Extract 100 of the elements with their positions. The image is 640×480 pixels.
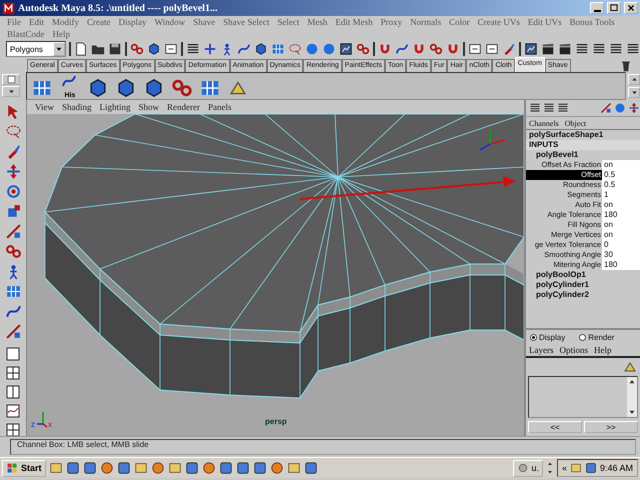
move-icon[interactable] [628,102,640,114]
menu-item[interactable]: Modify [48,16,84,28]
move-icon[interactable] [4,163,22,180]
menu-item[interactable]: Proxy [376,16,406,28]
layer-menu-item[interactable]: Layers [526,345,556,355]
list-icon[interactable] [609,42,623,56]
magnet-icon[interactable] [378,42,392,56]
down-arrow-icon[interactable] [546,468,554,476]
list-icon[interactable] [543,102,555,114]
chain-icon[interactable] [4,243,22,260]
panel-menu-item[interactable]: View [31,102,58,112]
program-icon[interactable] [202,461,216,475]
plus-icon[interactable] [203,42,217,56]
attribute-value[interactable]: 30 [602,250,640,260]
program-icon[interactable] [82,461,97,475]
menu-item[interactable]: Edit [25,16,48,28]
curve-icon[interactable] [395,42,409,56]
save-icon[interactable] [108,42,122,56]
program-icon[interactable] [100,461,114,475]
program-icon[interactable] [286,461,301,475]
input-node[interactable]: polyBevel1 [526,150,640,160]
panel-menu-item[interactable]: Show [134,102,163,112]
menu-item[interactable]: Select [273,16,304,28]
panel-menu-item[interactable]: Renderer [163,102,204,112]
sphere-icon[interactable] [614,102,626,114]
program-icon[interactable] [218,461,233,475]
list-icon[interactable] [557,102,569,114]
four-pane-icon[interactable] [5,365,21,381]
sphere-icon[interactable] [305,42,319,56]
input-node[interactable]: polyCylinder2 [526,290,640,300]
curve-icon[interactable] [4,303,22,320]
program-icon[interactable] [270,461,284,475]
render-view-icon[interactable] [524,42,538,56]
attribute-value[interactable]: 0.5 [602,180,640,190]
brush-icon[interactable] [502,42,516,56]
start-button[interactable]: Start [2,460,46,476]
task-button[interactable]: u. [513,460,543,476]
attribute-value[interactable]: 0.5 [602,170,640,180]
trash-icon[interactable] [620,60,632,72]
file-icon[interactable] [74,42,88,56]
scroll-down-button[interactable] [628,87,640,98]
menu-item[interactable]: Edit UVs [524,16,566,28]
magnet-icon[interactable] [412,42,426,56]
layer-menu-item[interactable]: Help [591,345,615,355]
program-icon[interactable] [150,461,165,475]
attribute-value[interactable]: on [602,160,640,170]
program-icon[interactable] [48,461,63,475]
menu-item[interactable]: Display [114,16,150,28]
radio-button[interactable] [579,334,586,340]
attribute-value[interactable]: on [602,220,640,230]
four-pane-icon[interactable] [5,422,21,436]
minimize-button[interactable] [590,2,604,14]
mode-dropdown[interactable]: Polygons [6,41,66,57]
menu-item[interactable]: Create UVs [474,16,524,28]
attribute-value[interactable]: on [602,230,640,240]
grid-icon[interactable] [4,283,22,300]
menu-item[interactable]: Edit Mesh [331,16,377,28]
menu-item[interactable]: Mesh [303,16,332,28]
list-icon[interactable] [186,42,200,56]
attribute-value[interactable]: 180 [602,210,640,220]
menu-item[interactable]: Normals [406,16,446,28]
layer-menu-item[interactable]: Options [556,345,592,355]
mesh-drawing[interactable] [44,114,524,399]
lasso-icon[interactable] [4,123,22,140]
program-icon[interactable] [252,461,267,475]
clapperboard-icon[interactable] [558,42,572,56]
program-icon[interactable] [134,461,148,475]
up-arrow-icon[interactable] [546,460,554,468]
attribute-value[interactable]: 1 [602,190,640,200]
list-icon[interactable] [626,42,640,56]
panel-menu-item[interactable]: Shading [58,102,96,112]
input-node[interactable]: polyBoolOp1 [526,270,640,280]
program-icon[interactable] [304,461,318,475]
program-icon[interactable] [116,461,131,475]
input-node[interactable]: polyCylinder1 [526,280,640,290]
radio-button[interactable] [530,334,537,340]
clapperboard-icon[interactable] [541,42,555,56]
page-button[interactable]: >> [584,421,638,433]
single-pane-icon[interactable] [5,346,21,362]
channel-menu-item[interactable]: Object [562,118,590,128]
close-button[interactable] [624,2,638,14]
channel-menu-item[interactable]: Channels [526,118,562,128]
two-pane-icon[interactable] [5,384,21,400]
magnet-icon[interactable] [446,42,460,56]
window-icon[interactable] [164,42,178,56]
menu-item[interactable]: Help [48,28,74,40]
shelf-tabs-button[interactable] [2,74,20,85]
panel-menu-item[interactable]: Panels [204,102,236,112]
shape-name[interactable]: polySurfaceShape1 [526,130,640,140]
page-button[interactable]: << [528,421,582,433]
window-icon[interactable] [485,42,499,56]
menu-item[interactable]: BlastCode [3,28,48,40]
program-icon[interactable] [570,462,582,474]
window-icon[interactable] [468,42,482,56]
grid-icon[interactable] [271,42,285,56]
graph-icon[interactable] [5,403,21,419]
program-icon[interactable] [184,461,199,475]
list-icon[interactable] [592,42,606,56]
attribute-value[interactable]: on [602,200,640,210]
render-view-icon[interactable] [339,42,353,56]
